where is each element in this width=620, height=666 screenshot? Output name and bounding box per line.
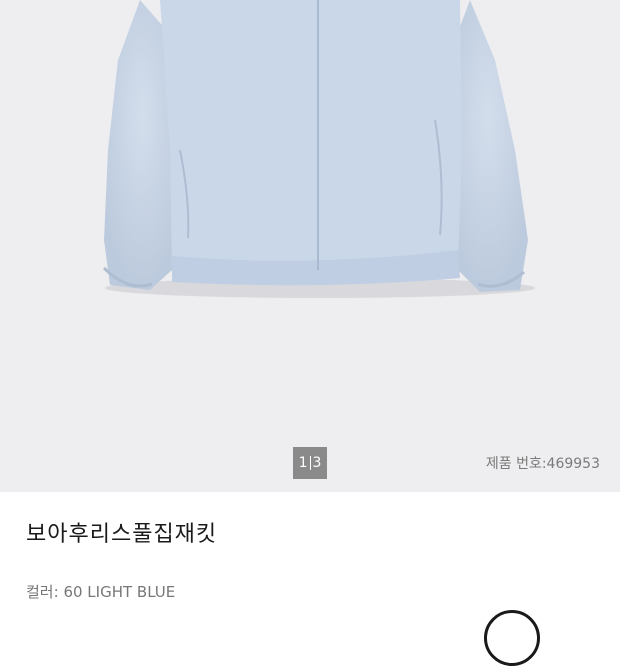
product-number-value: 469953 [546,456,600,472]
product-photo [102,0,535,298]
product-number: 제품 번호:469953 [486,453,600,473]
product-number-label: 제품 번호: [485,456,547,472]
product-image-gallery[interactable]: 1 3 제품 번호:469953 [0,0,620,492]
product-title: 보아후리스풀집재킷 [26,522,218,547]
image-pager[interactable]: 1 3 [293,447,327,479]
pager-current: 1 [298,455,308,471]
floating-action-button[interactable] [484,610,540,666]
color-label: 컬러: [26,583,59,601]
pager-divider [309,456,311,470]
color-value: 60 LIGHT BLUE [63,583,176,601]
pager-total: 3 [312,455,322,471]
product-color: 컬러: 60 LIGHT BLUE [26,581,175,602]
